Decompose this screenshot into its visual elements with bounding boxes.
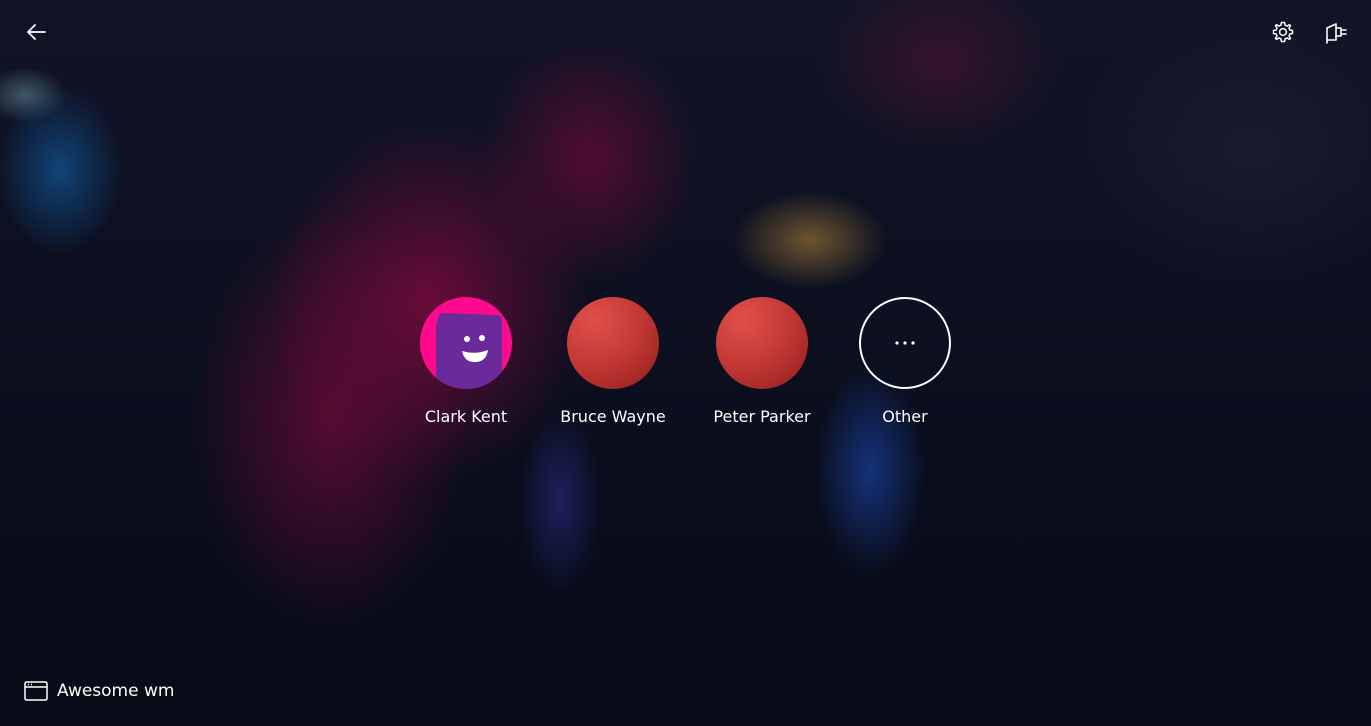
arrow-left-icon [27, 24, 46, 40]
user-bruce-wayne[interactable]: Bruce Wayne [543, 297, 683, 427]
avatar[interactable] [716, 297, 808, 389]
user-name: Bruce Wayne [560, 407, 666, 426]
avatar[interactable] [567, 297, 659, 389]
avatar[interactable] [859, 297, 951, 389]
gear-icon [1272, 21, 1294, 43]
avatar[interactable] [420, 297, 512, 389]
user-peter-parker[interactable]: Peter Parker [692, 297, 832, 427]
smiley-avatar-icon [436, 313, 502, 389]
user-clark-kent[interactable]: Clark Kent [396, 297, 536, 427]
login-screen: Clark Kent Bruce Wayne Peter Parker Othe… [0, 0, 1371, 726]
user-other[interactable]: Other [835, 297, 975, 427]
settings-button[interactable] [1265, 16, 1301, 48]
user-name: Clark Kent [424, 407, 508, 426]
top-right-controls [1265, 16, 1353, 48]
window-icon [24, 681, 48, 701]
power-button[interactable] [1317, 16, 1353, 48]
session-label: Awesome wm [57, 681, 175, 701]
user-name: Peter Parker [713, 407, 811, 426]
session-selector[interactable]: Awesome wm [24, 680, 174, 702]
user-list: Clark Kent Bruce Wayne Peter Parker Othe… [0, 297, 1371, 437]
power-plug-icon [1326, 23, 1347, 44]
user-name: Other [882, 407, 928, 426]
back-button[interactable] [18, 16, 54, 48]
ellipsis-icon [895, 341, 915, 345]
